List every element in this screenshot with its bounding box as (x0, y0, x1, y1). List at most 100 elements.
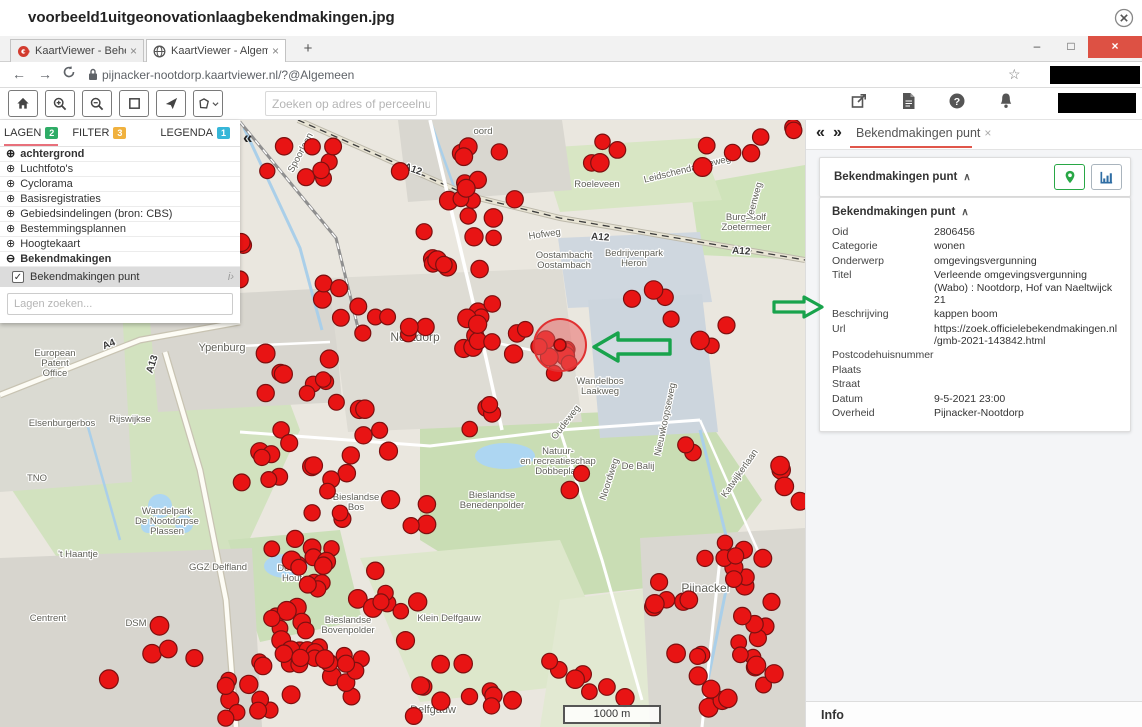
help-button[interactable]: ? (946, 91, 968, 115)
map-marker[interactable] (753, 129, 769, 145)
map-marker[interactable] (320, 350, 338, 368)
map-marker[interactable] (775, 477, 793, 495)
map-marker[interactable] (297, 622, 314, 639)
panel-collapse-left-icon[interactable]: « (816, 124, 825, 142)
map-marker[interactable] (743, 145, 760, 162)
map-marker[interactable] (691, 331, 709, 349)
map-marker[interactable] (409, 593, 427, 611)
layer-item-basisregistraties[interactable]: ⊕ Basisregistraties (0, 192, 240, 207)
tab-filter[interactable]: FILTER3 (72, 127, 126, 139)
map-marker[interactable] (765, 665, 783, 683)
map-marker[interactable] (282, 686, 300, 704)
attributes-section-toggle[interactable]: Bekendmakingen punt∧ (832, 206, 1118, 218)
map-marker[interactable] (457, 179, 475, 197)
map-marker[interactable] (469, 315, 487, 333)
pdf-export-button[interactable] (897, 91, 919, 115)
map-marker[interactable] (418, 496, 435, 513)
map-marker[interactable] (460, 208, 476, 224)
tab-close-icon[interactable]: × (130, 44, 137, 58)
expand-circle-icon[interactable]: ⊕ (6, 179, 15, 190)
map-marker[interactable] (342, 447, 359, 464)
map-marker[interactable] (254, 449, 270, 465)
map-marker[interactable] (718, 317, 735, 334)
map-marker[interactable] (331, 280, 348, 297)
map-marker[interactable] (355, 325, 371, 341)
map-marker[interactable] (401, 318, 419, 336)
map-marker[interactable] (240, 675, 258, 693)
map-marker[interactable] (298, 169, 315, 186)
notifications-button[interactable] (995, 91, 1017, 115)
map-marker[interactable] (332, 505, 348, 521)
browser-tab-algemeen[interactable]: KaartViewer - Algemeen × (146, 39, 286, 62)
url-text[interactable]: pijnacker-nootdorp.kaartviewer.nl/?@Alge… (102, 68, 354, 82)
layer-item-cyclorama[interactable]: ⊕ Cyclorama (0, 177, 240, 192)
map-marker[interactable] (595, 134, 610, 149)
minimize-button[interactable]: – (1020, 36, 1054, 58)
map-marker[interactable] (261, 472, 277, 488)
map-marker[interactable] (561, 481, 578, 498)
map-marker[interactable] (292, 649, 309, 666)
map-marker[interactable] (728, 548, 744, 564)
share-button[interactable] (848, 91, 870, 115)
selected-marker[interactable] (534, 319, 586, 371)
map-marker[interactable] (403, 518, 419, 534)
close-icon[interactable] (1114, 8, 1134, 28)
map-marker[interactable] (291, 559, 307, 575)
map-marker[interactable] (373, 594, 389, 610)
map-marker[interactable] (461, 689, 477, 705)
map-marker[interactable] (338, 465, 355, 482)
map-marker[interactable] (315, 275, 332, 292)
map-marker[interactable] (754, 549, 772, 567)
map-marker[interactable] (491, 144, 507, 160)
restore-button[interactable]: □ (1054, 36, 1088, 58)
layer-item-luchtfoto-s[interactable]: ⊕ Luchtfoto's (0, 162, 240, 177)
map-marker[interactable] (455, 148, 473, 166)
map-marker[interactable] (355, 427, 372, 444)
map-marker[interactable] (160, 640, 178, 658)
map-marker[interactable] (315, 557, 332, 574)
map-marker[interactable] (417, 515, 435, 533)
map-marker[interactable] (484, 209, 502, 227)
checkbox-checked-icon[interactable]: ✓ (12, 271, 24, 283)
map-marker[interactable] (599, 679, 616, 696)
map-marker[interactable] (697, 550, 713, 566)
expand-circle-icon[interactable]: ⊕ (6, 164, 15, 175)
info-bar[interactable]: Info (806, 701, 1142, 727)
map-marker[interactable] (256, 344, 275, 363)
map-marker[interactable] (233, 474, 250, 491)
map-marker[interactable] (217, 677, 234, 694)
map-marker[interactable] (316, 372, 331, 387)
map-marker[interactable] (481, 397, 497, 413)
map-marker[interactable] (274, 365, 292, 383)
map-marker[interactable] (320, 483, 336, 499)
map-marker[interactable] (150, 617, 169, 636)
expand-circle-icon[interactable]: ⊕ (6, 209, 15, 220)
map-marker[interactable] (275, 645, 292, 662)
map-marker[interactable] (786, 122, 802, 138)
map-marker[interactable] (405, 708, 422, 725)
map-marker[interactable] (412, 677, 430, 695)
map-marker[interactable] (218, 710, 234, 726)
map-marker[interactable] (465, 228, 483, 246)
layer-item-gebiedsindelingen-bron-cbs-[interactable]: ⊕ Gebiedsindelingen (bron: CBS) (0, 207, 240, 222)
map-marker[interactable] (454, 655, 472, 673)
map-marker[interactable] (356, 400, 374, 418)
map-marker[interactable] (313, 162, 329, 178)
selected-marker-point[interactable] (554, 339, 566, 351)
map-marker[interactable] (397, 632, 415, 650)
map-marker[interactable] (747, 656, 766, 675)
feature-header-toggle[interactable]: Bekendmakingen punt∧ (834, 171, 971, 183)
map-marker[interactable] (644, 281, 662, 299)
tab-close-icon[interactable]: × (272, 44, 279, 58)
map-marker[interactable] (393, 604, 408, 619)
browser-tab-beheer[interactable]: KaartViewer - Beheer × (10, 39, 144, 62)
map-marker[interactable] (680, 591, 698, 609)
map-marker[interactable] (763, 593, 780, 610)
map-marker[interactable] (574, 465, 590, 481)
map-marker[interactable] (566, 670, 584, 688)
map-marker[interactable] (417, 318, 434, 335)
collapse-circle-icon[interactable]: ⊖ (6, 254, 15, 265)
map-marker[interactable] (287, 530, 304, 547)
map-marker[interactable] (771, 456, 790, 475)
map-marker[interactable] (698, 137, 715, 154)
